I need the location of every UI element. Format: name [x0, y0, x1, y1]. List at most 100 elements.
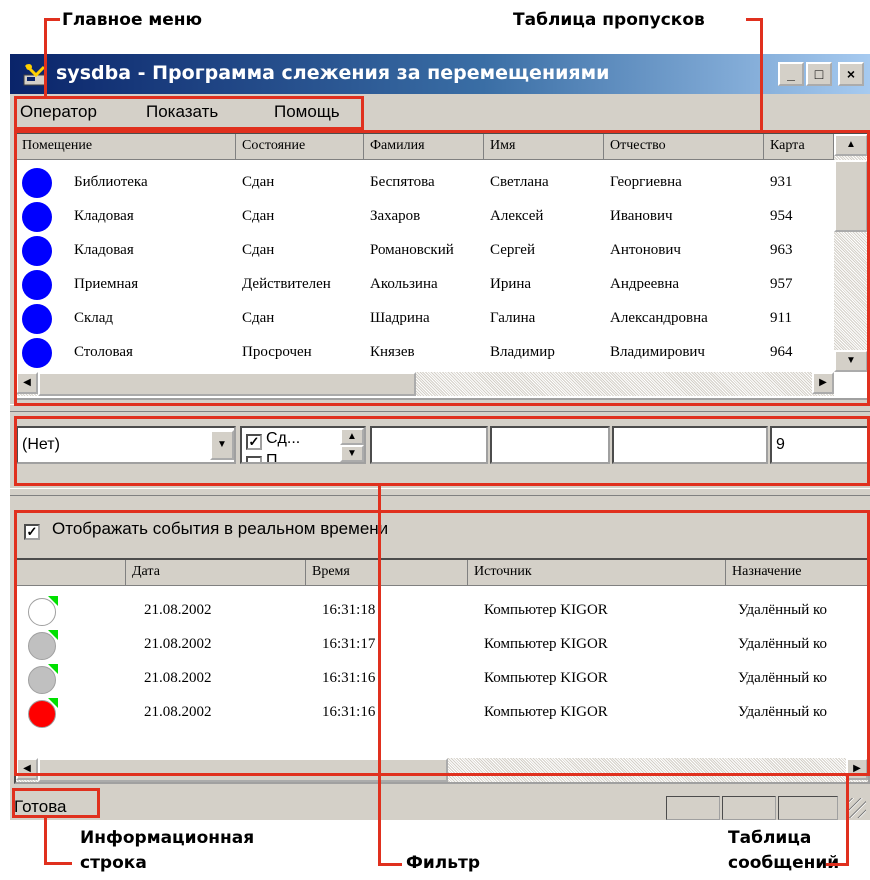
col-header-date[interactable]: Дата	[126, 560, 306, 586]
cell-state: Сдан	[242, 242, 275, 258]
green-corner-icon	[48, 596, 58, 606]
cell-source: Компьютер KIGOR	[484, 704, 608, 720]
filter-state-checklist[interactable]: ✓ Сд... П... ▲ ▼	[240, 426, 366, 464]
pass-table-hscroll[interactable]: ◀ ▶	[16, 372, 834, 396]
blue-circle-icon	[22, 202, 52, 232]
maximize-button[interactable]: □	[806, 62, 832, 86]
cell-first-name: Владимир	[490, 344, 555, 360]
cell-room: Кладовая	[74, 242, 134, 258]
cell-last-name: Романовский	[370, 242, 454, 258]
col-header-last-name[interactable]: Фамилия	[364, 134, 484, 160]
pass-table-vscroll[interactable]: ▲ ▼	[834, 134, 868, 372]
hscroll-thumb[interactable]	[38, 372, 416, 396]
cell-time: 16:31:18	[322, 602, 376, 618]
realtime-label: Отображать события в реальном времени	[52, 519, 389, 538]
scroll-right-button[interactable]: ▶	[846, 758, 868, 780]
table-row[interactable]: Склад Сдан Шадрина Галина Александровна 911	[16, 302, 834, 336]
vscroll-thumb[interactable]	[834, 160, 868, 232]
filter-card-input[interactable]: 9	[770, 426, 870, 464]
checklist-up-button[interactable]: ▲	[340, 428, 364, 445]
scroll-down-button[interactable]: ▼	[834, 350, 868, 372]
cell-middle-name: Александровна	[610, 310, 708, 326]
table-row[interactable]: 21.08.2002 16:31:16 Компьютер KIGOR Удалённ…	[16, 696, 868, 730]
annotation-info-line-2: строка	[80, 853, 147, 873]
green-corner-icon	[48, 664, 58, 674]
cell-state: Сдан	[242, 174, 275, 190]
annotation-filter: Фильтр	[406, 853, 480, 873]
col-header-time[interactable]: Время	[306, 560, 468, 586]
scroll-left-button[interactable]: ◀	[16, 758, 38, 780]
col-header-icon[interactable]	[16, 560, 126, 586]
filter-last-name-input[interactable]	[370, 426, 488, 464]
blue-circle-icon	[22, 168, 52, 198]
scroll-up-button[interactable]: ▲	[834, 134, 868, 156]
state-check-1-box[interactable]: ✓	[246, 434, 262, 450]
leader-status-h	[44, 862, 72, 865]
cell-last-name: Князев	[370, 344, 415, 360]
leader-main-menu-h	[44, 18, 60, 21]
col-header-first-name[interactable]: Имя	[484, 134, 604, 160]
status-panel-2	[722, 796, 776, 820]
filter-first-name-input[interactable]	[490, 426, 610, 464]
table-row[interactable]: Столовая Просрочен Князев Владимир Владимиро…	[16, 336, 834, 370]
menu-help[interactable]: Помощь	[274, 102, 340, 122]
cell-middle-name: Андреевна	[610, 276, 680, 292]
cell-state: Действителен	[242, 276, 331, 292]
state-check-2-label: П...	[266, 452, 291, 464]
status-panel-3	[778, 796, 838, 820]
cell-date: 21.08.2002	[144, 602, 212, 618]
cell-state: Просрочен	[242, 344, 312, 360]
title-bar[interactable]: sysdba - Программа слежения за перемещен…	[10, 54, 870, 94]
col-header-source[interactable]: Источник	[468, 560, 726, 586]
splitter-top[interactable]	[10, 404, 870, 412]
cell-dest: Удалённый ко	[738, 602, 828, 618]
close-button[interactable]: ×	[838, 62, 864, 86]
filter-middle-name-input[interactable]	[612, 426, 768, 464]
blue-circle-icon	[22, 270, 52, 300]
cell-room: Библиотека	[74, 174, 148, 190]
table-row[interactable]: Библиотека Сдан Беспятова Светлана Георгиевн…	[16, 166, 834, 200]
table-row[interactable]: Приемная Действителен Акользина Ирина Андрее…	[16, 268, 834, 302]
cell-date: 21.08.2002	[144, 636, 212, 652]
messages-hscroll[interactable]: ◀ ▶	[16, 758, 868, 782]
leader-messages	[846, 774, 849, 866]
table-row[interactable]: 21.08.2002 16:31:17 Компьютер KIGOR Удалённ…	[16, 628, 868, 662]
leader-main-menu	[44, 18, 47, 98]
hscroll-thumb[interactable]	[38, 758, 448, 782]
scroll-right-button[interactable]: ▶	[812, 372, 834, 394]
annotation-main-menu: Главное меню	[62, 10, 203, 30]
col-header-room[interactable]: Помещение	[16, 134, 236, 160]
leader-pass-table	[760, 18, 763, 132]
leader-filter	[378, 484, 381, 866]
cell-last-name: Акользина	[370, 276, 438, 292]
col-header-state[interactable]: Состояние	[236, 134, 364, 160]
menu-show[interactable]: Показать	[146, 102, 218, 122]
cell-card: 931	[770, 174, 793, 190]
col-header-card[interactable]: Карта	[764, 134, 834, 160]
realtime-checkbox[interactable]: ✓	[24, 524, 40, 540]
table-row[interactable]: Кладовая Сдан Романовский Сергей Антонович 96…	[16, 234, 834, 268]
table-row[interactable]: 21.08.2002 16:31:16 Компьютер KIGOR Удалённ…	[16, 662, 868, 696]
minimize-button[interactable]: _	[778, 62, 804, 86]
filter-room-select[interactable]: (Нет) ▼	[16, 426, 236, 464]
splitter-bottom[interactable]	[10, 488, 870, 496]
table-row[interactable]: Кладовая Сдан Захаров Алексей Иванович 954	[16, 200, 834, 234]
cell-date: 21.08.2002	[144, 670, 212, 686]
table-row[interactable]: 21.08.2002 16:31:18 Компьютер KIGOR Удалённ…	[16, 594, 868, 628]
menu-bar: Оператор Показать Помощь	[10, 94, 870, 128]
chevron-down-icon[interactable]: ▼	[210, 430, 234, 460]
checklist-down-button[interactable]: ▼	[340, 445, 364, 462]
app-window: sysdba - Программа слежения за перемещен…	[10, 54, 870, 820]
resize-grip-icon[interactable]	[846, 798, 866, 818]
col-header-middle-name[interactable]: Отчество	[604, 134, 764, 160]
cell-first-name: Галина	[490, 310, 536, 326]
state-check-2-box[interactable]	[246, 456, 262, 462]
col-header-dest[interactable]: Назначение	[726, 560, 868, 586]
menu-operator[interactable]: Оператор	[20, 102, 97, 122]
cell-first-name: Алексей	[490, 208, 544, 224]
scroll-left-button[interactable]: ◀	[16, 372, 38, 394]
cell-source: Компьютер KIGOR	[484, 602, 608, 618]
cell-card: 954	[770, 208, 793, 224]
status-panel-1	[666, 796, 720, 820]
annotation-messages-1: Таблица	[728, 828, 812, 848]
